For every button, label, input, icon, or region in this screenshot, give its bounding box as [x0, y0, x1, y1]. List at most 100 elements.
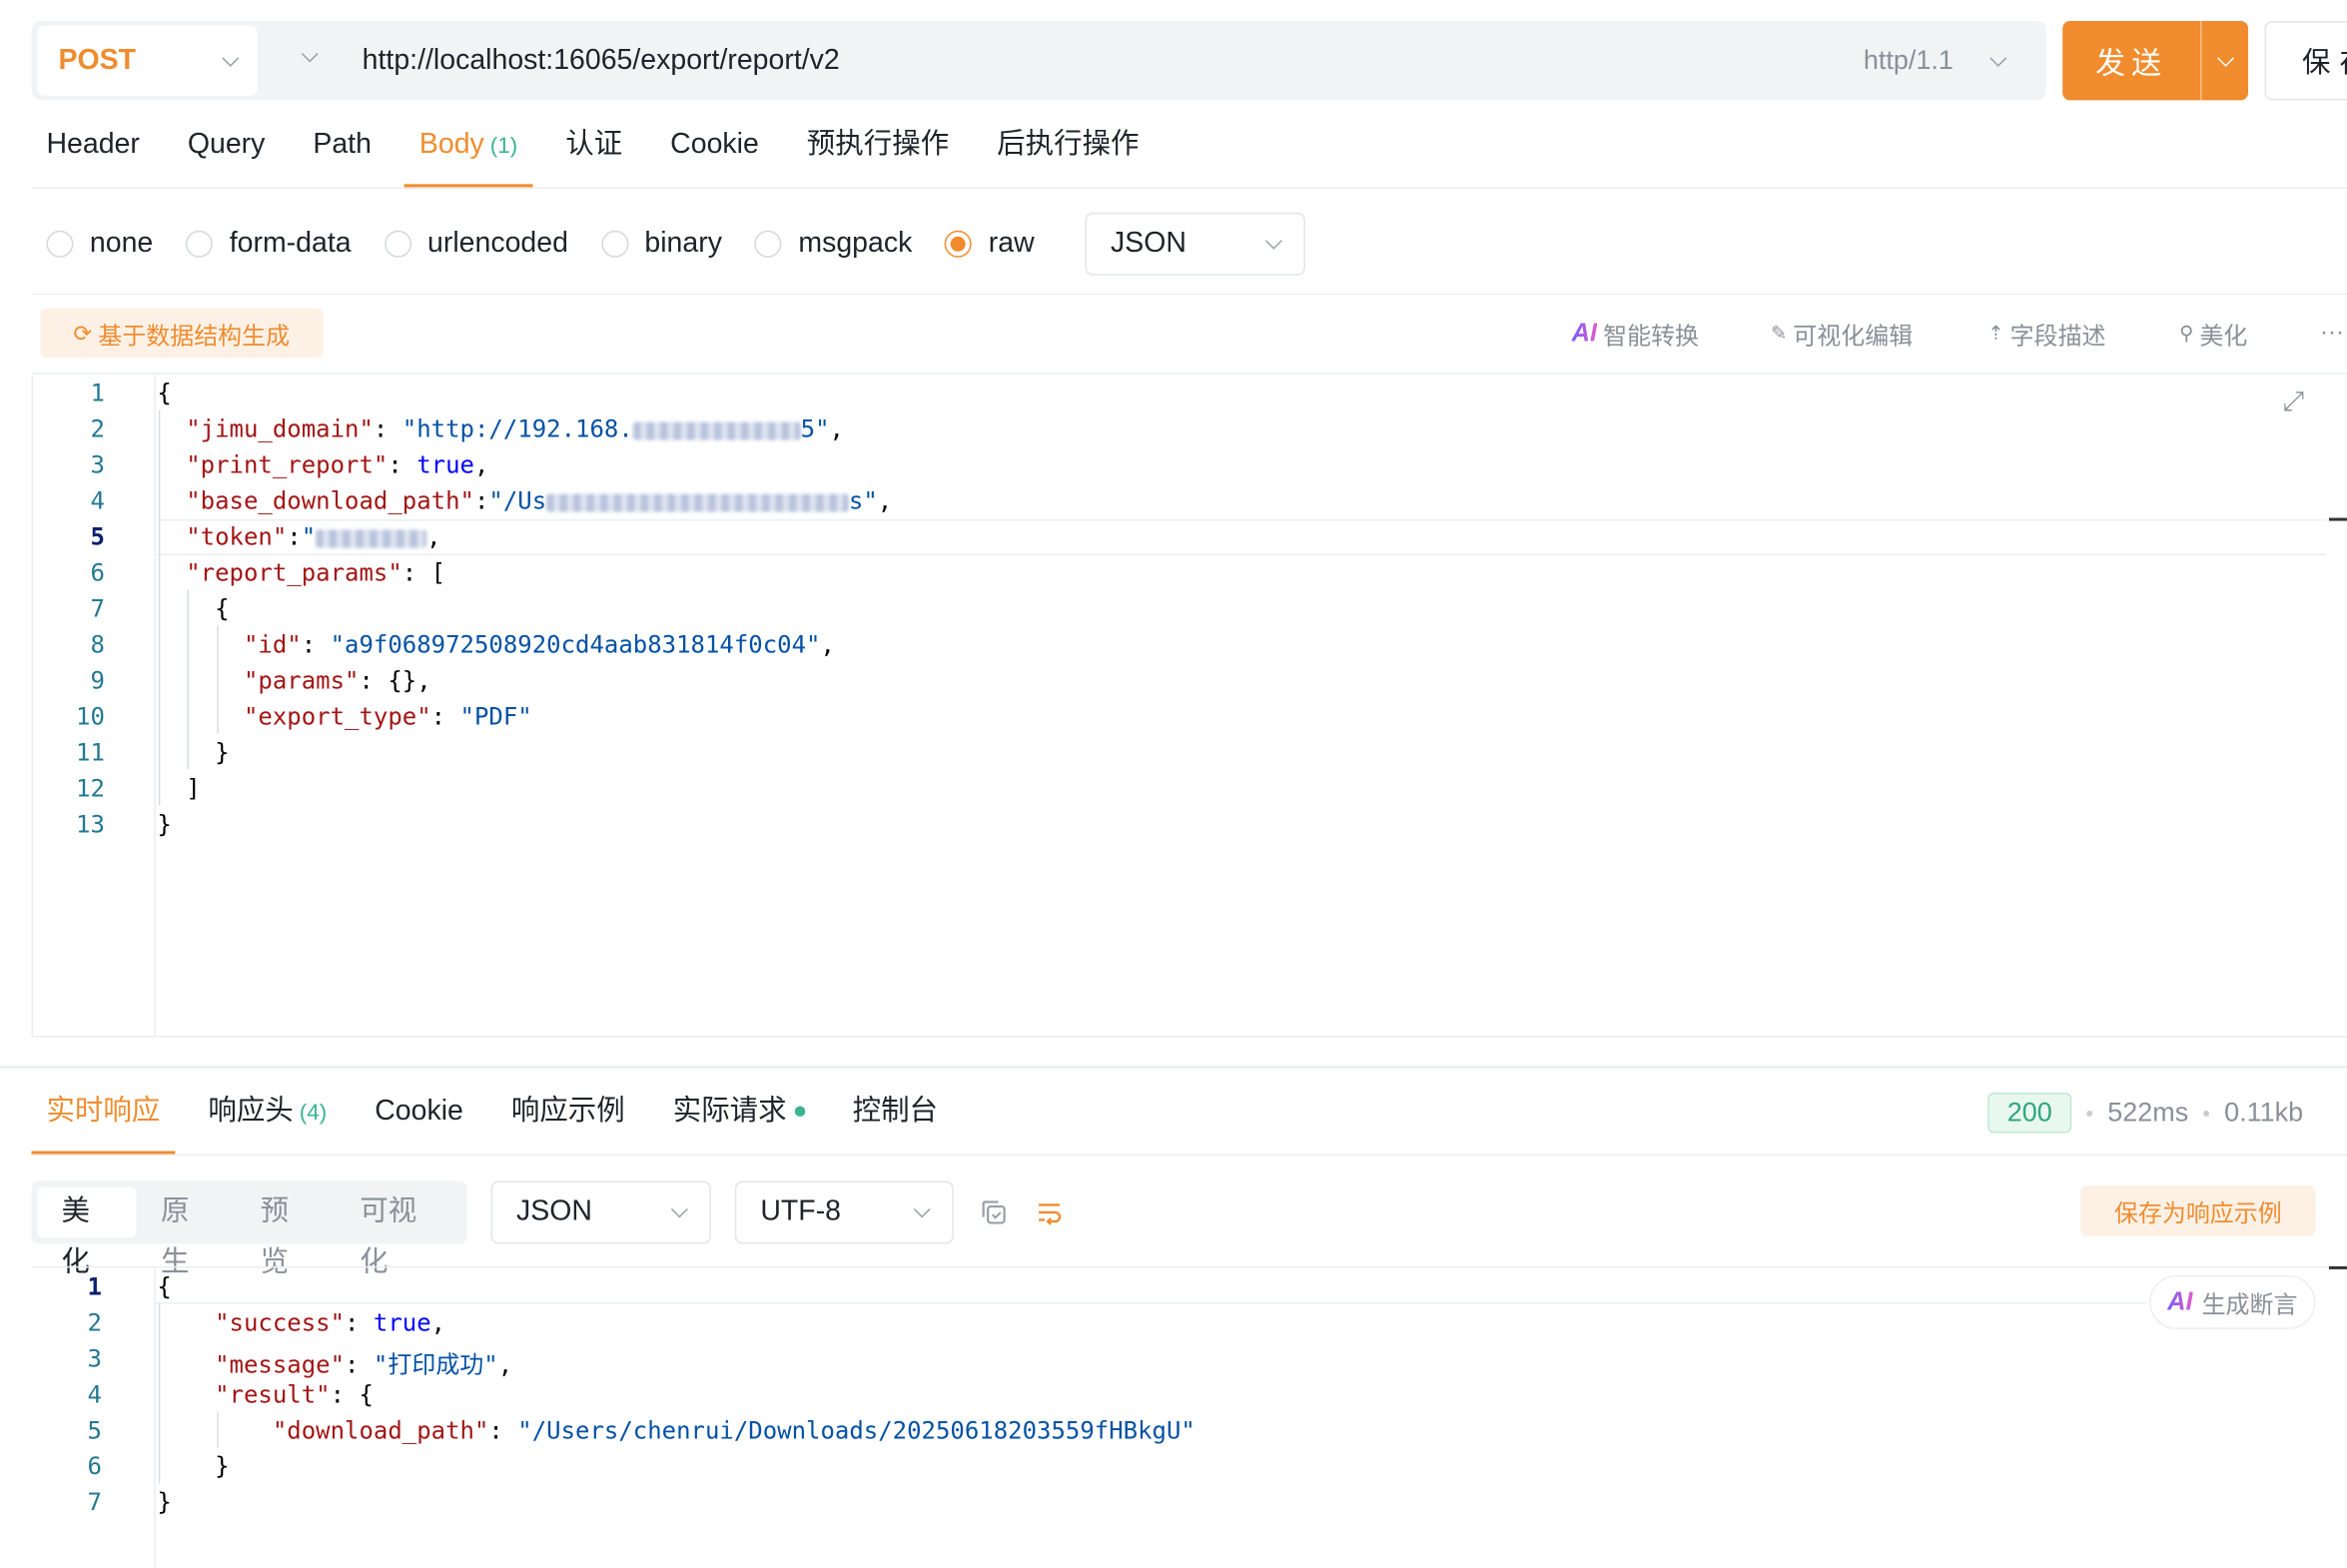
radio-raw[interactable]: raw	[945, 228, 1035, 261]
tab-response-cookie[interactable]: Cookie	[360, 1078, 478, 1156]
radio-label: msgpack	[798, 227, 913, 260]
tab-auth[interactable]: 认证	[550, 120, 637, 189]
base-path-start: "/Us	[488, 486, 547, 515]
jimu-domain-start: "http://192.168.	[401, 414, 633, 443]
tab-actual-request[interactable]: 实际请求	[658, 1078, 820, 1156]
tab-body-count: (1)	[489, 133, 518, 159]
field-desc-label: 字段描述	[2009, 324, 2106, 350]
tab-body[interactable]: Body (1)	[403, 120, 532, 189]
separator-dot	[2203, 1110, 2210, 1117]
radio-label: none	[89, 227, 154, 260]
radio-label: binary	[644, 227, 722, 260]
line-number: 2	[87, 1307, 102, 1337]
line-number: 4	[87, 1379, 102, 1409]
line-number: 2	[90, 414, 105, 443]
code-line: "id": "a9f068972508920cd4aab831814f0c04"…	[243, 629, 835, 659]
line-number: 7	[87, 1487, 102, 1517]
response-format-select[interactable]: JSON	[490, 1180, 711, 1244]
visual-edit-button[interactable]: ✎ 可视化编辑	[1771, 309, 1913, 358]
tab-console[interactable]: 控制台	[838, 1078, 953, 1156]
code-line: {	[157, 379, 172, 407]
chevron-down-icon	[222, 49, 240, 67]
success-value: true	[373, 1307, 431, 1337]
body-format-select[interactable]: JSON	[1085, 212, 1305, 276]
divider	[31, 187, 2347, 189]
view-mode-visualize[interactable]: 可视化	[336, 1186, 460, 1277]
tab-path[interactable]: Path	[298, 120, 387, 189]
line-number: 1	[90, 379, 105, 407]
code-line: ]	[157, 773, 201, 803]
save-button[interactable]: 保存	[2264, 20, 2347, 101]
tab-live-response[interactable]: 实时响应	[31, 1078, 176, 1156]
save-as-example-button[interactable]: 保存为响应示例	[2080, 1184, 2316, 1236]
beautify-button[interactable]: ⚲ 美化	[2179, 309, 2247, 358]
encoding-select[interactable]: UTF-8	[734, 1180, 954, 1244]
radio-circle	[600, 230, 628, 258]
request-body-editor[interactable]: 1 2 3 4 5 6 7 8 9 10 11 12 13 { "jimu_do…	[0, 375, 2347, 1033]
view-mode-beautify[interactable]: 美化	[37, 1186, 138, 1278]
line-number: 12	[76, 773, 105, 803]
tab-pre-request[interactable]: 预执行操作	[792, 120, 964, 189]
line-number: 4	[90, 486, 105, 515]
refresh-icon: ⟳	[73, 321, 93, 347]
tab-body-label: Body	[418, 128, 484, 161]
body-type-group: none form-data urlencoded binary msgpack…	[46, 214, 1067, 274]
url-input[interactable]: http://localhost:16065/export/report/v2	[363, 21, 840, 100]
field-desc-button[interactable]: ⇡ 字段描述	[1987, 309, 2105, 358]
send-button[interactable]: 发送	[2062, 20, 2249, 101]
line-number: 7	[90, 593, 105, 623]
status-code-badge: 200	[1987, 1093, 2072, 1134]
code-line: "download_path": "/Users/chenrui/Downloa…	[272, 1415, 1195, 1445]
radio-msgpack[interactable]: msgpack	[754, 227, 913, 261]
tab-post-request[interactable]: 后执行操作	[982, 120, 1154, 189]
tab-response-examples[interactable]: 响应示例	[496, 1078, 640, 1156]
encoding-label: UTF-8	[760, 1195, 842, 1227]
radio-urlencoded[interactable]: urlencoded	[384, 228, 568, 261]
tab-response-headers[interactable]: 响应头 (4)	[193, 1078, 342, 1156]
chevron-down-icon	[1989, 49, 2007, 67]
radio-form-data[interactable]: form-data	[186, 228, 352, 261]
tab-actual-request-label: 实际请求	[672, 1096, 787, 1128]
radio-circle	[384, 230, 411, 258]
copy-icon[interactable]	[979, 1197, 1009, 1227]
line-number: 5	[87, 1415, 102, 1445]
tab-cookie[interactable]: Cookie	[655, 120, 774, 189]
chevron-down-icon	[1264, 232, 1282, 250]
view-mode-preview[interactable]: 预览	[237, 1186, 337, 1277]
send-label: 发送	[2095, 47, 2168, 81]
generate-from-schema-button[interactable]: ⟳ 基于数据结构生成	[40, 308, 324, 359]
code-line: "jimu_domain": "http://192.168. 5",	[186, 414, 844, 443]
ai-convert-label: 智能转换	[1603, 324, 1700, 350]
body-format-label: JSON	[1111, 227, 1187, 260]
tab-header[interactable]: Header	[31, 120, 154, 189]
view-mode-raw[interactable]: 原生	[137, 1186, 237, 1277]
tab-query[interactable]: Query	[173, 120, 281, 189]
code-line: }	[157, 809, 172, 839]
redacted-value	[632, 420, 801, 439]
wrap-lines-icon[interactable]	[1035, 1197, 1065, 1227]
protocol-select[interactable]: http/1.1	[1864, 21, 2007, 100]
response-body-viewer[interactable]: 1 2 3 4 5 6 7 { "success": true, "messag…	[0, 1267, 2347, 1567]
separator-dot	[2086, 1110, 2093, 1117]
line-number: 6	[90, 558, 105, 587]
send-options-button[interactable]	[2200, 20, 2248, 101]
redacted-value	[546, 492, 849, 511]
status-dot-icon	[794, 1107, 805, 1118]
line-number: 3	[87, 1343, 102, 1373]
radio-circle	[186, 230, 214, 258]
code-line: }	[157, 737, 230, 767]
visual-edit-label: 可视化编辑	[1793, 324, 1914, 350]
more-icon[interactable]: ···	[2320, 309, 2344, 358]
line-number: 13	[76, 809, 105, 839]
code-line: "report_params": [	[186, 558, 446, 587]
ai-convert-button[interactable]: AI 智能转换	[1572, 309, 1699, 358]
line-number: 3	[90, 450, 105, 479]
radio-none[interactable]: none	[46, 228, 153, 261]
method-select[interactable]: POST	[37, 25, 258, 96]
radio-binary[interactable]: binary	[600, 227, 722, 261]
export-type-value: "PDF"	[459, 701, 532, 731]
chevron-down-icon	[913, 1200, 931, 1218]
code-line: "message": "打印成功",	[215, 1349, 513, 1379]
response-size: 0.11kb	[2224, 1097, 2304, 1128]
chevron-down-icon	[670, 1200, 688, 1218]
